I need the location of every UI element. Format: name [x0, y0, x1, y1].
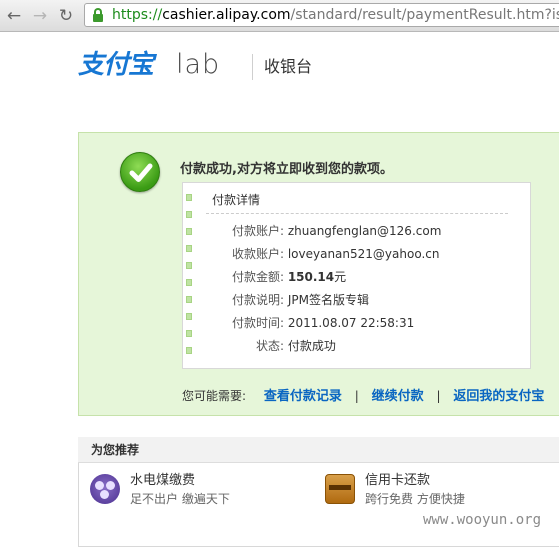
url-scheme: https:// — [112, 7, 163, 23]
details-title: 付款详情 — [212, 193, 261, 207]
row-label: 状态: — [255, 339, 284, 353]
address-bar[interactable]: https://cashier.alipay.com/standard/resu… — [84, 3, 559, 27]
row-label: 付款说明: — [231, 293, 284, 307]
lock-icon — [93, 8, 103, 22]
row-value: 2011.08.07 22:58:31 — [287, 316, 415, 330]
recommendation-title: 为您推荐 — [91, 443, 140, 457]
continue-payment-link[interactable]: 继续付款 — [372, 389, 424, 404]
amount-unit: 元 — [334, 270, 347, 284]
page-title: 收银台 — [264, 57, 313, 76]
url-host: cashier.alipay.com — [162, 7, 291, 23]
recommendation-header — [78, 437, 559, 463]
row-value: zhuangfenglan@126.com — [287, 224, 442, 238]
utility-payment-desc: 足不出户 缴遍天下 — [130, 492, 230, 506]
alipay-logo-text: 支付宝 — [78, 50, 154, 80]
next-actions: 您可能需要: 查看付款记录 | 继续付款 | 返回我的支付宝 — [182, 387, 544, 406]
link-separator: | — [354, 389, 359, 403]
credit-card-repay-name: 信用卡还款 — [365, 473, 431, 488]
credit-card-repay-desc: 跨行免费 方便快捷 — [365, 492, 465, 506]
back-to-my-alipay-link[interactable]: 返回我的支付宝 — [453, 389, 544, 404]
next-actions-label: 您可能需要: — [182, 389, 247, 403]
row-label: 付款金额: — [231, 270, 284, 284]
back-arrow-icon[interactable]: ← — [3, 5, 25, 27]
row-value: JPM签名版专辑 — [287, 293, 369, 307]
row-label: 付款账户: — [231, 224, 284, 238]
row-label: 付款时间: — [231, 316, 284, 330]
watermark: www.wooyun.org — [423, 512, 542, 528]
decorative-dots — [186, 194, 192, 364]
browser-toolbar: ← → ↻ https://cashier.alipay.com/standar… — [0, 0, 559, 32]
utility-payment-name: 水电煤缴费 — [130, 473, 196, 488]
lab-logo-text: lab — [176, 49, 221, 80]
detail-row-payer: 付款账户: zhuangfenglan@126.com — [200, 222, 520, 240]
credit-card-icon — [325, 474, 355, 504]
success-check-icon — [120, 152, 160, 192]
view-payment-records-link[interactable]: 查看付款记录 — [264, 389, 342, 404]
status-value: 付款成功 — [287, 339, 336, 353]
success-message: 付款成功,对方将立即收到您的款项。 — [180, 162, 393, 177]
detail-row-payee: 收款账户: loveyanan521@yahoo.cn — [200, 245, 520, 263]
header-divider — [252, 54, 253, 80]
url-text: https://cashier.alipay.com/standard/resu… — [112, 6, 559, 24]
url-path: /standard/result/paymentResult.htm?isSet… — [290, 7, 559, 23]
link-separator: | — [436, 389, 441, 403]
detail-row-status: 状态: 付款成功 — [200, 337, 520, 355]
divider — [206, 213, 508, 214]
row-label: 收款账户: — [231, 247, 284, 261]
amount-value: 150.14 — [287, 270, 335, 284]
reload-icon[interactable]: ↻ — [55, 5, 77, 27]
detail-row-time: 付款时间: 2011.08.07 22:58:31 — [200, 314, 520, 332]
detail-row-amount: 付款金额: 150.14元 — [200, 268, 520, 286]
detail-row-description: 付款说明: JPM签名版专辑 — [200, 291, 520, 309]
forward-arrow-icon[interactable]: → — [29, 5, 51, 27]
utility-payment-icon — [90, 474, 120, 504]
row-value: loveyanan521@yahoo.cn — [287, 247, 440, 261]
